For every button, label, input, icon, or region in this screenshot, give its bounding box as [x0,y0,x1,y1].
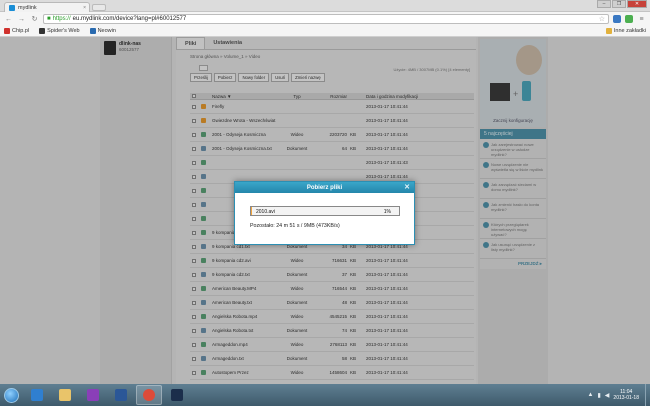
url-scheme: https:// [52,16,71,22]
bookmark-chip[interactable]: Chip.pl [4,28,29,34]
download-dialog: Pobierz pliki ✕ 2010.avi 1% Pozostało: 2… [234,181,415,245]
minimize-button[interactable]: – [597,0,611,8]
extension-icon[interactable] [613,15,621,23]
windows-orb-icon [3,387,19,403]
drive-extension-icon[interactable] [625,15,633,23]
system-tray: ▲ ▮ ◀ 11:04 2013-01-18 [588,389,645,401]
bookmark-star-icon[interactable]: ☆ [599,15,605,23]
media-player-icon [87,389,99,401]
taskbar-media-player[interactable] [80,385,106,405]
bookmark-label: Chip.pl [12,28,30,34]
tab-close-icon[interactable]: × [83,5,86,11]
tab-title: mydlink [18,4,37,11]
taskbar-chrome[interactable] [136,385,162,405]
tray-up-arrow-icon[interactable]: ▲ [588,392,594,398]
bookmarks-bar: Chip.pl Spider's Web Neowin Inne zakładk… [0,26,650,37]
lock-icon: ■ [47,16,51,22]
menu-icon[interactable]: ≡ [637,15,646,24]
remaining-time: Pozostało: 24 m 51 s / 9MB (473KB/s) [250,223,340,229]
back-arrow-icon[interactable]: ← [4,15,13,24]
bookmark-label: Spider's Web [47,28,80,34]
download-progress-bar: 2010.avi 1% [250,206,400,216]
reload-icon[interactable]: ↻ [30,15,39,24]
show-desktop-button[interactable] [645,384,650,406]
close-icon[interactable]: ✕ [404,183,410,191]
mydlink-favicon-icon [9,4,15,11]
dialog-title: Pobierz pliki [306,184,343,191]
word-icon [115,389,127,401]
taskbar-photoshop[interactable] [164,385,190,405]
taskbar-internet-explorer[interactable] [24,385,50,405]
spiders-web-favicon-icon [39,28,46,34]
progress-fill [251,207,253,215]
bookmark-neowin[interactable]: Neowin [89,28,116,34]
new-tab-button[interactable] [92,4,106,11]
address-bar[interactable]: ■ https:// eu.mydlink.com/device?lang=pl… [43,14,609,24]
other-bookmarks[interactable]: Inne zakładki [605,28,646,34]
bookmark-label: Neowin [97,28,116,34]
progress-file-name: 2010.avi [256,209,275,215]
taskbar-word[interactable] [108,385,134,405]
window-controls: – ❐ ✕ [597,0,647,8]
network-icon[interactable]: ▮ [597,392,600,399]
forward-arrow-icon[interactable]: → [17,15,26,24]
dialog-header: Pobierz pliki ✕ [235,182,414,193]
folder-icon [605,28,612,34]
clock-date: 2013-01-18 [613,395,639,401]
close-window-button[interactable]: ✕ [627,0,647,8]
progress-percent: 1% [383,209,391,215]
url-text: eu.mydlink.com/device?lang=pl#60012577 [72,16,187,22]
chrome-icon [143,389,155,401]
browser-titlebar: mydlink × – ❐ ✕ [0,0,650,12]
chip-favicon-icon [4,28,10,34]
windows-taskbar: ▲ ▮ ◀ 11:04 2013-01-18 [0,384,650,406]
volume-icon[interactable]: ◀ [605,392,610,399]
maximize-button[interactable]: ❐ [612,0,626,8]
bookmark-spiders-web[interactable]: Spider's Web [39,28,80,34]
neowin-favicon-icon [89,28,96,34]
start-button[interactable] [0,384,22,406]
taskbar-file-explorer[interactable] [52,385,78,405]
browser-toolbar: ← → ↻ ■ https:// eu.mydlink.com/device?l… [0,12,650,26]
file-explorer-icon [59,389,71,401]
photoshop-icon [171,389,183,401]
other-bookmarks-label: Inne zakładki [613,28,646,34]
internet-explorer-icon [31,389,43,401]
browser-tab[interactable]: mydlink × [4,2,90,12]
clock[interactable]: 11:04 2013-01-18 [613,389,639,401]
